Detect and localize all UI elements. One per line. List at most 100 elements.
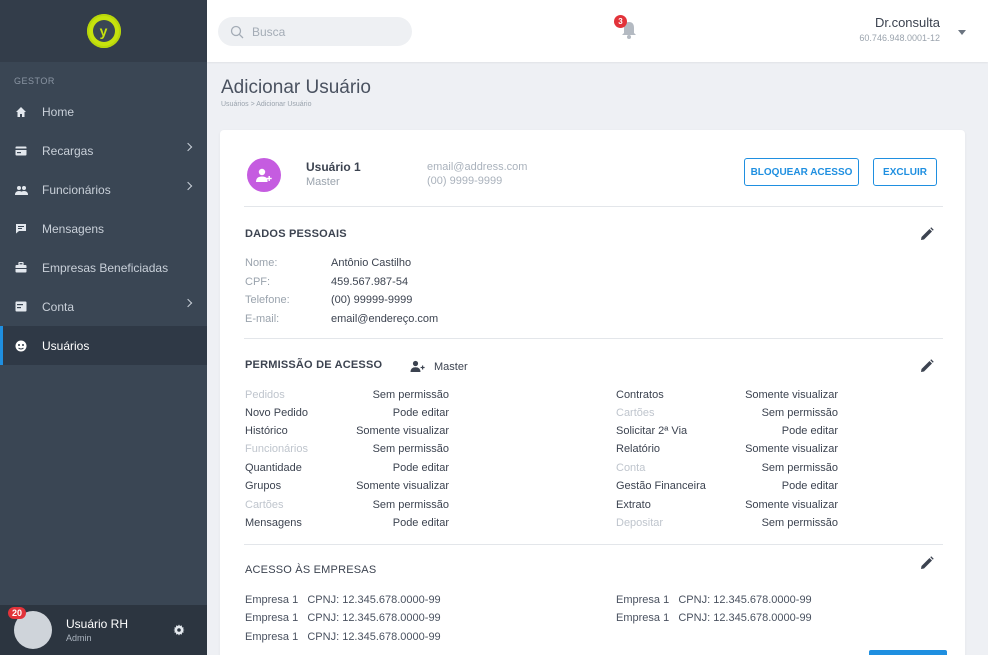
home-icon [14, 105, 28, 119]
delete-button[interactable]: EXCLUIR [873, 158, 937, 186]
permission-row: Cartões Sem permissão [616, 407, 838, 421]
sidebar-item-funcionarios[interactable]: Funcionários [0, 170, 207, 209]
permission-level: Somente visualizar [356, 425, 449, 437]
company-item: Empresa 1 CPNJ: 12.345.678.0000-99 [245, 612, 441, 624]
notifications-button[interactable]: 3 [614, 15, 640, 41]
sidebar-item-label: Empresas Beneficiadas [42, 260, 169, 275]
divider [244, 338, 943, 339]
sidebar-item-empresas[interactable]: Empresas Beneficiadas [0, 248, 207, 287]
permission-level: Sem permissão [372, 389, 449, 401]
save-button[interactable] [869, 650, 947, 655]
permission-level: Somente visualizar [745, 499, 838, 511]
company-item: Empresa 1 CPNJ: 12.345.678.0000-99 [616, 612, 812, 624]
permission-row: Depositar Sem permissão [616, 517, 838, 531]
field-label: CPF: [245, 276, 271, 288]
gear-icon[interactable] [173, 624, 185, 636]
permission-row: Pedidos Sem permissão [245, 389, 449, 403]
sidebar-item-label: Mensagens [42, 221, 105, 236]
permission-name: Conta [616, 462, 646, 474]
permission-level: Sem permissão [761, 517, 838, 529]
sidebar-item-recargas[interactable]: Recargas [0, 131, 207, 170]
company-item: Empresa 1 CPNJ: 12.345.678.0000-99 [616, 594, 812, 606]
user-name: Usuário RH [66, 617, 129, 631]
field-label: E-mail: [245, 313, 280, 325]
permission-level: Sem permissão [761, 407, 838, 419]
permission-level: Pode editar [392, 517, 449, 529]
permission-row: Funcionários Sem permissão [245, 443, 449, 457]
chevron-right-icon [183, 181, 193, 191]
people-icon [14, 183, 28, 197]
permission-name: Gestão Financeira [616, 480, 706, 492]
permission-level: Pode editar [392, 462, 449, 474]
sidebar-item-conta[interactable]: Conta [0, 287, 207, 326]
permission-row: Mensagens Pode editar [245, 517, 449, 531]
search-icon [230, 25, 244, 38]
permission-row: Cartões Sem permissão [245, 499, 449, 513]
logo[interactable]: y [0, 0, 207, 62]
permission-name: Relatório [616, 443, 661, 455]
permission-row: Extrato Somente visualizar [616, 499, 838, 513]
field-value-cpf: 459.567.987-54 [331, 276, 409, 288]
sidebar-item-label: Usuários [42, 338, 90, 353]
sidebar-item-label: Home [42, 104, 75, 119]
permission-name: Depositar [616, 517, 664, 529]
permission-row: Relatório Somente visualizar [616, 443, 838, 457]
profile-name: Usuário 1 [306, 160, 361, 174]
account-menu[interactable]: Dr.consulta 60.746.948.0001-12 [859, 15, 940, 43]
profile-role: Master [306, 176, 340, 188]
sidebar-item-label: Funcionários [42, 182, 111, 197]
logo-mark: y [86, 14, 121, 48]
pencil-icon[interactable] [920, 359, 934, 373]
sidebar-section-label: GESTOR [14, 76, 55, 86]
briefcase-icon [14, 261, 28, 275]
sidebar-item-label: Conta [42, 299, 75, 314]
field-label: Telefone: [245, 294, 290, 306]
chevron-right-icon [183, 142, 193, 152]
permission-name: Grupos [245, 480, 282, 492]
sidebar-user-panel[interactable]: 20 Usuário RH Admin [0, 605, 207, 655]
permission-name: Contratos [616, 389, 664, 401]
search-box[interactable] [218, 17, 412, 46]
field-value-phone: (00) 99999-9999 [331, 294, 413, 306]
permission-level: Pode editar [781, 480, 838, 492]
block-access-button[interactable]: BLOQUEAR ACESSO [744, 158, 859, 186]
permission-name: Extrato [616, 499, 651, 511]
permission-role: Master [434, 361, 468, 373]
permission-name: Cartões [245, 499, 284, 511]
card-icon [14, 144, 28, 158]
permission-level: Sem permissão [372, 499, 449, 511]
field-value-name: Antônio Castilho [331, 257, 412, 269]
top-bar: 3 Dr.consulta 60.746.948.0001-12 [207, 0, 988, 62]
user-circle-icon [14, 339, 28, 353]
permission-level: Somente visualizar [356, 480, 449, 492]
permission-level: Pode editar [781, 425, 838, 437]
permission-row: Histórico Somente visualizar [245, 425, 449, 439]
permission-level: Sem permissão [372, 443, 449, 455]
pencil-icon[interactable] [920, 227, 934, 241]
permission-row: Conta Sem permissão [616, 462, 838, 476]
profile-avatar [247, 158, 281, 192]
permission-row: Novo Pedido Pode editar [245, 407, 449, 421]
permission-name: Mensagens [245, 517, 302, 529]
permission-level: Pode editar [392, 407, 449, 419]
chevron-down-icon[interactable] [958, 30, 966, 35]
wallet-icon [14, 300, 28, 314]
field-label: Nome: [245, 257, 278, 269]
user-add-icon [410, 360, 425, 372]
permission-level: Somente visualizar [745, 389, 838, 401]
profile-email: email@address.com [427, 161, 528, 173]
permission-row: Grupos Somente visualizar [245, 480, 449, 494]
avatar[interactable]: 20 [8, 607, 52, 649]
permission-name: Pedidos [245, 389, 285, 401]
sidebar-item-mensagens[interactable]: Mensagens [0, 209, 207, 248]
breadcrumb[interactable]: Usuários > Adicionar Usuário [221, 101, 311, 108]
sidebar-item-home[interactable]: Home [0, 92, 207, 131]
field-value-email: email@endereço.com [331, 313, 439, 325]
permission-name: Cartões [616, 407, 655, 419]
permissions-title: PERMISSÃO DE ACESSO [245, 359, 383, 371]
search-input[interactable] [252, 24, 402, 39]
logo-letter: y [92, 20, 115, 42]
pencil-icon[interactable] [920, 556, 934, 570]
sidebar-item-usuarios[interactable]: Usuários [0, 326, 207, 365]
permission-name: Funcionários [245, 443, 308, 455]
